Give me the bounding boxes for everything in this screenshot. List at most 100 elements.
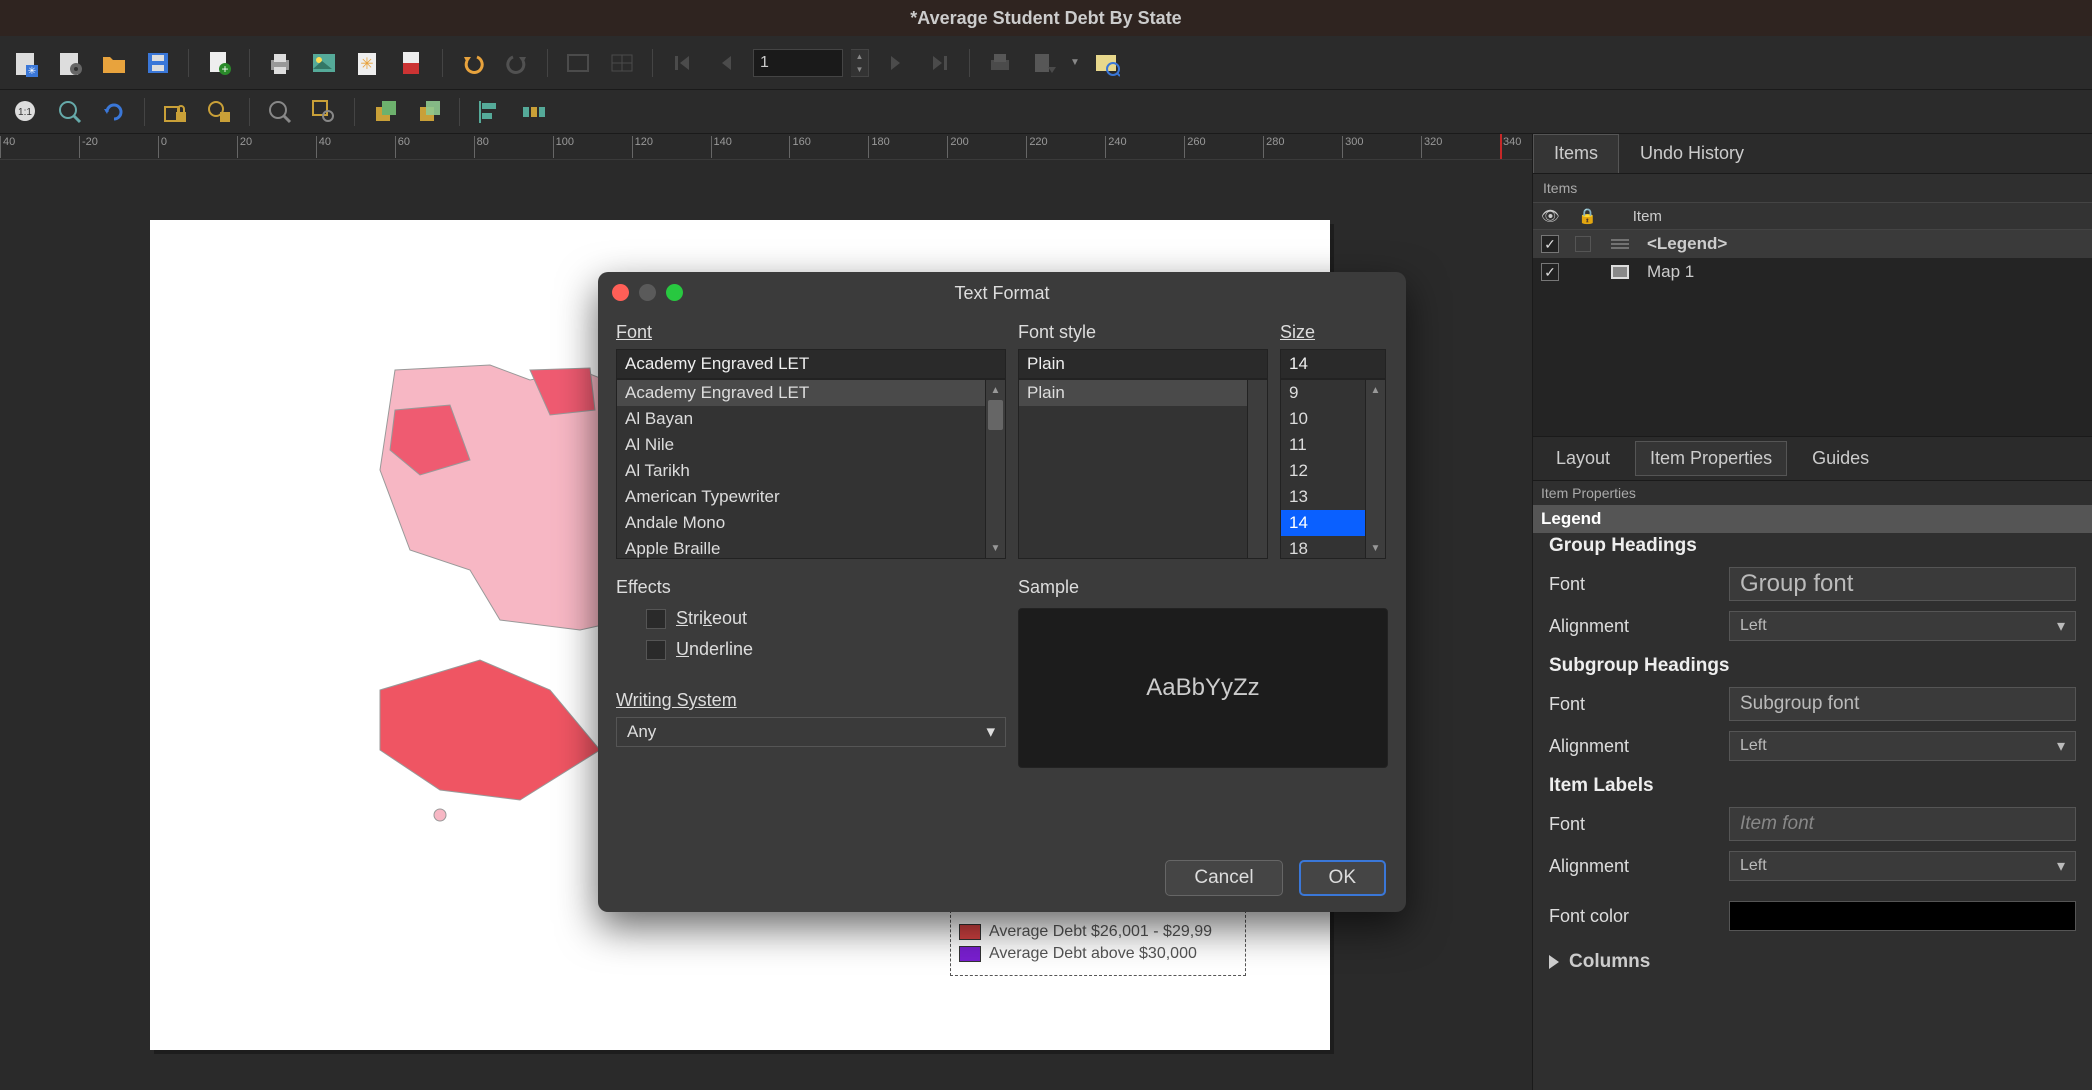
- zoom-full-icon[interactable]: [262, 94, 298, 130]
- new-page-icon[interactable]: +: [201, 45, 237, 81]
- strikeout-checkbox-row[interactable]: Strikeout: [646, 608, 1006, 629]
- columns-expander[interactable]: Columns: [1549, 951, 2076, 973]
- size-list[interactable]: 910111213141824▲▼: [1280, 379, 1386, 559]
- scrollbar[interactable]: [1247, 380, 1267, 558]
- right-panel: Items Undo History Items 👁 🔒 Item <Legen…: [1532, 134, 2092, 1090]
- strikeout-checkbox[interactable]: [646, 609, 666, 629]
- writing-system-select[interactable]: Any▾: [616, 717, 1006, 747]
- font-style-input[interactable]: Plain: [1018, 349, 1268, 379]
- tab-item-properties[interactable]: Item Properties: [1635, 441, 1787, 476]
- font-list[interactable]: Academy Engraved LETAl BayanAl NileAl Ta…: [616, 379, 1006, 559]
- scrollbar[interactable]: ▲▼: [1365, 380, 1385, 558]
- underline-label: Underline: [676, 639, 753, 660]
- ruler-tick: 40: [316, 136, 331, 158]
- lock-items-icon[interactable]: [157, 94, 193, 130]
- refresh-icon[interactable]: [96, 94, 132, 130]
- legend-swatch: [959, 924, 981, 940]
- group-headings-heading: Group Headings: [1549, 535, 2076, 557]
- underline-checkbox[interactable]: [646, 640, 666, 660]
- list-item[interactable]: Al Tarikh: [617, 458, 1005, 484]
- list-item[interactable]: Plain: [1019, 380, 1267, 406]
- export-image-icon[interactable]: [306, 45, 342, 81]
- size-input[interactable]: 14: [1280, 349, 1386, 379]
- export-atlas-icon[interactable]: [1026, 45, 1062, 81]
- ruler-cursor: [1500, 134, 1502, 159]
- alignment-label: Alignment: [1549, 616, 1729, 637]
- scrollbar[interactable]: ▲▼: [985, 380, 1005, 558]
- first-page-icon[interactable]: [665, 45, 701, 81]
- layout-settings-icon[interactable]: [52, 45, 88, 81]
- maximize-icon[interactable]: [666, 284, 683, 301]
- ruler-tick: 240: [1105, 136, 1126, 158]
- export-svg-icon[interactable]: ✳: [350, 45, 386, 81]
- distribute-icon[interactable]: [516, 94, 552, 130]
- visibility-checkbox[interactable]: [1541, 235, 1559, 253]
- item-row-legend[interactable]: <Legend>: [1533, 230, 2092, 258]
- tab-layout[interactable]: Layout: [1541, 441, 1625, 476]
- print-atlas-icon[interactable]: [982, 45, 1018, 81]
- lock-icon: 🔒: [1578, 207, 1597, 225]
- layout-bounds-icon[interactable]: [560, 45, 596, 81]
- ruler-tick: 260: [1184, 136, 1205, 158]
- save-icon[interactable]: [140, 45, 176, 81]
- undo-icon[interactable]: [455, 45, 491, 81]
- list-item[interactable]: Al Nile: [617, 432, 1005, 458]
- ruler-tick: 60: [395, 136, 410, 158]
- next-page-icon[interactable]: [877, 45, 913, 81]
- ruler-tick: 80: [474, 136, 489, 158]
- unlock-items-icon[interactable]: [201, 94, 237, 130]
- visibility-checkbox[interactable]: [1541, 263, 1559, 281]
- page-number-spinners[interactable]: ▲▼: [851, 49, 869, 77]
- cancel-button[interactable]: Cancel: [1165, 860, 1282, 896]
- item-alignment-select[interactable]: Left▾: [1729, 851, 2076, 881]
- legend-item-on-page[interactable]: Average Debt $26,001 - $29,99 Average De…: [950, 910, 1246, 976]
- print-icon[interactable]: [262, 45, 298, 81]
- zoom-selection-icon[interactable]: [306, 94, 342, 130]
- ruler-tick: 220: [1026, 136, 1047, 158]
- subgroup-alignment-select[interactable]: Left▾: [1729, 731, 2076, 761]
- raise-top-icon[interactable]: [367, 94, 403, 130]
- item-font-button[interactable]: Item font: [1729, 807, 2076, 841]
- font-name-input[interactable]: Academy Engraved LET: [616, 349, 1006, 379]
- font-label: Font: [1549, 694, 1729, 715]
- item-name: <Legend>: [1647, 234, 1727, 254]
- underline-checkbox-row[interactable]: Underline: [646, 639, 1006, 660]
- minimize-icon[interactable]: [639, 284, 656, 301]
- last-page-icon[interactable]: [921, 45, 957, 81]
- ruler-tick: 100: [553, 136, 574, 158]
- grid-icon[interactable]: [604, 45, 640, 81]
- item-row-map[interactable]: Map 1: [1533, 258, 2092, 286]
- size-label: Size: [1280, 322, 1386, 343]
- group-alignment-select[interactable]: Left▾: [1729, 611, 2076, 641]
- raise-icon[interactable]: [411, 94, 447, 130]
- new-layout-icon[interactable]: ✳: [8, 45, 44, 81]
- export-pdf-icon[interactable]: [394, 45, 430, 81]
- list-item[interactable]: Academy Engraved LET: [617, 380, 1005, 406]
- zoom-actual-icon[interactable]: 1:1: [8, 94, 44, 130]
- ruler-tick: 280: [1263, 136, 1284, 158]
- font-style-list[interactable]: Plain: [1018, 379, 1268, 559]
- atlas-settings-icon[interactable]: [1088, 45, 1124, 81]
- writing-system-label: Writing System: [616, 690, 1006, 711]
- open-folder-icon[interactable]: [96, 45, 132, 81]
- list-item[interactable]: Apple Braille: [617, 536, 1005, 559]
- ruler-tick: 200: [947, 136, 968, 158]
- align-left-icon[interactable]: [472, 94, 508, 130]
- redo-icon[interactable]: [499, 45, 535, 81]
- list-item[interactable]: Andale Mono: [617, 510, 1005, 536]
- tab-undo-history[interactable]: Undo History: [1619, 134, 1765, 173]
- tab-guides[interactable]: Guides: [1797, 441, 1884, 476]
- list-item[interactable]: American Typewriter: [617, 484, 1005, 510]
- group-font-button[interactable]: Group font: [1729, 567, 2076, 601]
- svg-text:1:1: 1:1: [18, 107, 32, 118]
- alignment-label: Alignment: [1549, 736, 1729, 757]
- tab-items[interactable]: Items: [1533, 134, 1619, 173]
- close-icon[interactable]: [612, 284, 629, 301]
- list-item[interactable]: Al Bayan: [617, 406, 1005, 432]
- ok-button[interactable]: OK: [1299, 860, 1386, 896]
- subgroup-font-button[interactable]: Subgroup font: [1729, 687, 2076, 721]
- zoom-fit-icon[interactable]: [52, 94, 88, 130]
- page-number-input[interactable]: 1: [753, 49, 843, 77]
- prev-page-icon[interactable]: [709, 45, 745, 81]
- font-color-swatch[interactable]: [1729, 901, 2076, 931]
